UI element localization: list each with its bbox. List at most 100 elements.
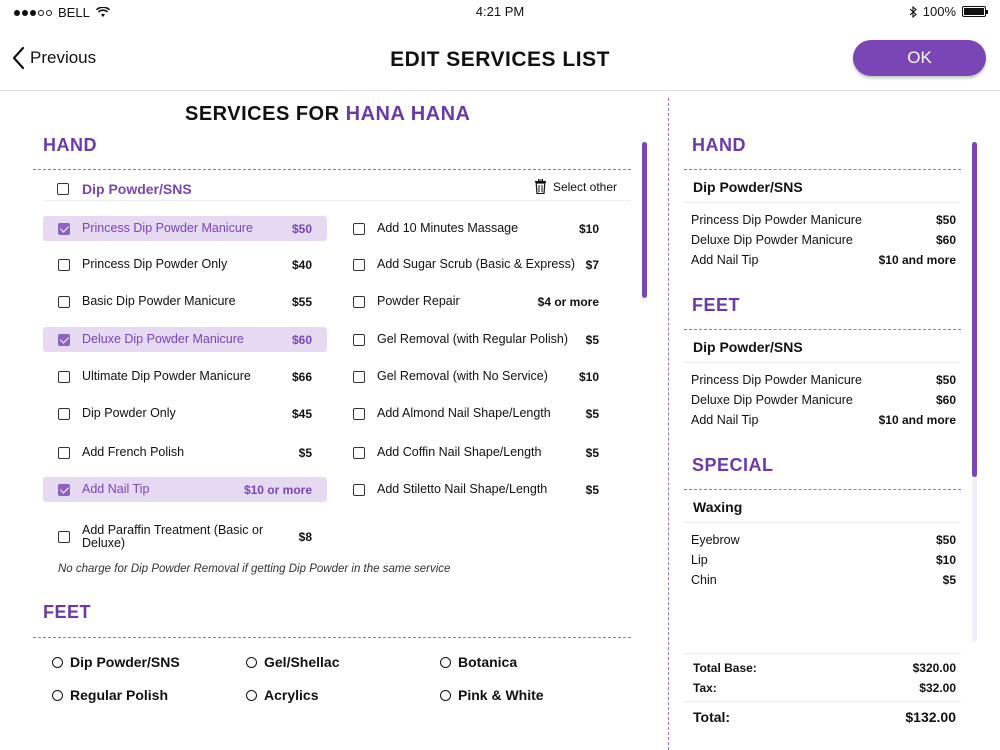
battery-info: 100% <box>909 4 988 19</box>
divider <box>43 200 631 201</box>
category-label: Dip Powder/SNS <box>82 181 192 197</box>
divider <box>684 362 961 363</box>
divider <box>684 701 961 702</box>
summary-hand-category: Dip Powder/SNS <box>693 179 803 195</box>
service-checkbox[interactable] <box>58 531 70 543</box>
service-name: Add 10 Minutes Massage <box>377 221 519 235</box>
page-title: EDIT SERVICES LIST <box>390 48 610 71</box>
tax-label: Tax: <box>693 681 717 695</box>
summary-item-price: $10 and more <box>878 413 956 427</box>
service-row[interactable]: Add 10 Minutes Massage $10 <box>338 216 614 241</box>
service-row[interactable]: Add Stiletto Nail Shape/Length $5 <box>338 477 614 502</box>
summary-item-price: $50 <box>935 533 956 547</box>
service-row[interactable]: Princess Dip Powder Manicure $50 <box>43 216 327 241</box>
service-row[interactable]: Princess Dip Powder Only $40 <box>43 252 327 277</box>
summary-feet-category: Dip Powder/SNS <box>693 339 803 355</box>
service-checkbox[interactable] <box>58 333 70 346</box>
summary-item-name: Lip <box>691 553 708 567</box>
summary-item-price: $10 and more <box>878 253 956 267</box>
service-checkbox[interactable] <box>58 370 70 383</box>
service-row[interactable]: Gel Removal (with Regular Polish) $5 <box>338 327 614 352</box>
feet-option-gel-shellac[interactable]: Gel/Shellac <box>246 654 339 670</box>
summary-item-name: Chin <box>691 573 717 587</box>
service-checkbox[interactable] <box>353 258 365 271</box>
divider <box>33 637 631 638</box>
service-row[interactable]: Gel Removal (with No Service) $10 <box>338 364 614 389</box>
service-price: $55 <box>291 294 312 309</box>
radio-icon <box>440 656 451 668</box>
service-price: $5 <box>585 406 599 421</box>
total-row: Total: $132.00 <box>693 709 956 725</box>
feet-option-pink-white[interactable]: Pink & White <box>440 687 544 703</box>
feet-option-botanica[interactable]: Botanica <box>440 654 517 670</box>
service-price: $5 <box>585 445 599 460</box>
service-row[interactable]: Add Nail Tip $10 or more <box>43 477 327 502</box>
ok-button[interactable]: OK <box>853 40 986 76</box>
service-checkbox[interactable] <box>353 222 365 235</box>
service-checkbox[interactable] <box>58 483 70 496</box>
divider <box>684 653 961 654</box>
feet-option-label: Regular Polish <box>70 687 169 703</box>
service-price: $66 <box>291 369 312 384</box>
summary-item-name: Princess Dip Powder Manicure <box>691 213 862 227</box>
feet-option-label: Dip Powder/SNS <box>70 654 180 670</box>
service-row[interactable]: Add Sugar Scrub (Basic & Express) $7 <box>338 252 614 277</box>
service-row[interactable]: Add Paraffin Treatment (Basic or Deluxe)… <box>43 520 327 554</box>
service-row[interactable]: Dip Powder Only $45 <box>43 401 327 426</box>
select-other-button[interactable]: Select other <box>534 179 617 194</box>
service-checkbox[interactable] <box>58 295 70 308</box>
service-checkbox[interactable] <box>58 407 70 420</box>
feet-heading: FEET <box>43 602 92 622</box>
feet-option-label: Pink & White <box>458 687 544 703</box>
divider <box>684 169 961 170</box>
tax-row: Tax: $32.00 <box>693 681 956 695</box>
summary-item-price: $50 <box>935 213 956 227</box>
divider <box>684 489 961 490</box>
hand-heading: HAND <box>43 135 97 155</box>
service-checkbox[interactable] <box>353 333 365 346</box>
service-checkbox[interactable] <box>353 446 365 459</box>
feet-option-dip-powder[interactable]: Dip Powder/SNS <box>52 654 180 670</box>
summary-item-name: Add Nail Tip <box>691 253 759 267</box>
divider <box>684 329 961 330</box>
service-row[interactable]: Deluxe Dip Powder Manicure $60 <box>43 327 327 352</box>
service-checkbox[interactable] <box>58 222 70 235</box>
service-name: Add French Polish <box>82 445 185 459</box>
service-price: $10 <box>578 221 599 236</box>
service-name: Add Nail Tip <box>82 482 150 496</box>
service-checkbox[interactable] <box>58 446 70 459</box>
left-scrollbar[interactable] <box>642 142 647 298</box>
service-row[interactable]: Add Coffin Nail Shape/Length $5 <box>338 440 614 465</box>
summary-item-name: Add Nail Tip <box>691 413 759 427</box>
trash-icon <box>534 179 546 194</box>
service-checkbox[interactable] <box>353 370 365 383</box>
category-row: Dip Powder/SNS Select other <box>57 179 617 199</box>
service-row[interactable]: Ultimate Dip Powder Manicure $66 <box>43 364 327 389</box>
feet-option-acrylics[interactable]: Acrylics <box>246 687 318 703</box>
feet-option-label: Acrylics <box>264 687 319 703</box>
service-row[interactable]: Basic Dip Powder Manicure $55 <box>43 289 327 314</box>
service-price: $5 <box>585 482 599 497</box>
category-checkbox[interactable] <box>57 183 69 195</box>
radio-icon <box>246 656 257 668</box>
service-name: Add Sugar Scrub (Basic & Express) <box>377 257 575 271</box>
battery-percent: 100% <box>922 4 956 19</box>
service-checkbox[interactable] <box>353 295 365 308</box>
summary-item-price: $60 <box>935 393 956 407</box>
service-name: Ultimate Dip Powder Manicure <box>82 369 251 383</box>
service-checkbox[interactable] <box>353 407 365 420</box>
service-price: $5 <box>298 445 312 460</box>
services-title: SERVICES FOR HANA HANA <box>185 103 471 126</box>
radio-icon <box>52 656 63 668</box>
feet-option-regular-polish[interactable]: Regular Polish <box>52 687 168 703</box>
service-checkbox[interactable] <box>353 483 365 496</box>
summary-item-name: Eyebrow <box>691 533 740 547</box>
services-title-prefix: SERVICES FOR <box>185 103 346 125</box>
service-row[interactable]: Add French Polish $5 <box>43 440 327 465</box>
service-row[interactable]: Powder Repair $4 or more <box>338 289 614 314</box>
right-scrollbar[interactable] <box>972 142 977 477</box>
summary-item: Eyebrow $50 <box>691 533 956 547</box>
service-row[interactable]: Add Almond Nail Shape/Length $5 <box>338 401 614 426</box>
summary-item: Princess Dip Powder Manicure $50 <box>691 213 956 227</box>
service-checkbox[interactable] <box>58 258 70 271</box>
